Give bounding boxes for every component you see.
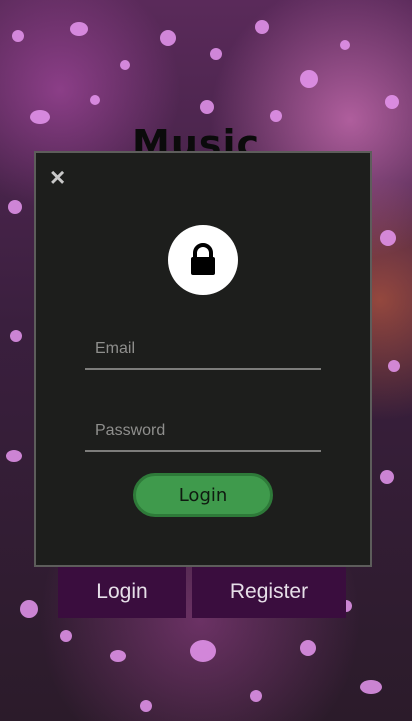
close-icon[interactable]: × <box>50 164 70 190</box>
email-field[interactable] <box>85 330 321 370</box>
lock-icon <box>191 243 215 275</box>
auth-buttons: Login Register <box>58 566 346 618</box>
login-modal: × Login <box>34 151 372 567</box>
lock-badge <box>168 225 238 295</box>
register-button[interactable]: Register <box>192 566 346 618</box>
modal-login-button[interactable]: Login <box>133 473 273 517</box>
login-button[interactable]: Login <box>58 566 186 618</box>
password-field[interactable] <box>85 412 321 452</box>
